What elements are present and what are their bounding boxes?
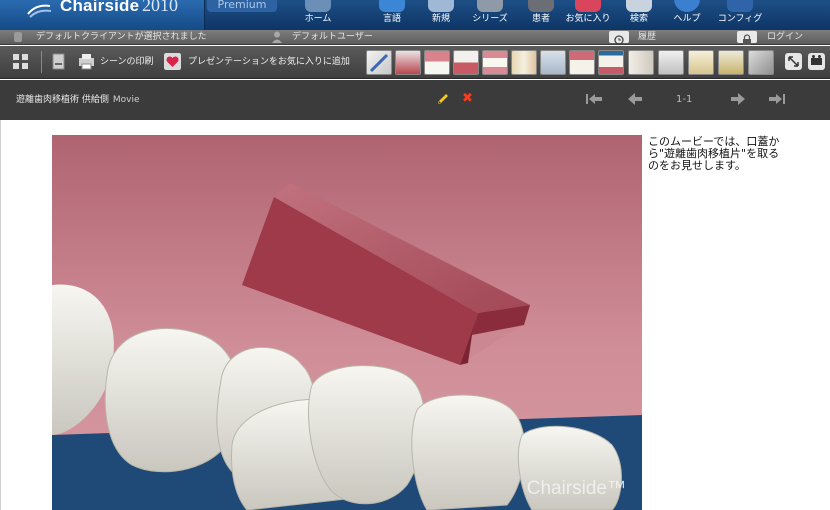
lock-icon[interactable] <box>737 31 757 45</box>
search-icon <box>626 0 652 12</box>
user-icon <box>272 31 282 43</box>
nav-new[interactable]: 新規 <box>416 0 466 30</box>
clear-icon[interactable]: ✖ <box>462 91 473 107</box>
thumbnail-10[interactable] <box>628 50 654 75</box>
scene-title: 遊離歯肉移植術 供給側 <box>16 95 109 105</box>
logo[interactable]: Chairside 2010 <box>0 0 205 30</box>
logo-year: 2010 <box>142 0 178 15</box>
config-icon <box>727 0 753 12</box>
patient-icon <box>528 0 554 12</box>
language-icon <box>379 0 405 12</box>
edition-badge: Premium <box>207 0 277 12</box>
current-user[interactable]: デフォルトユーザー <box>292 31 373 43</box>
scene-title-group: 遊離歯肉移植術 供給側 Movie <box>16 93 140 107</box>
thumbnail-3[interactable] <box>424 50 450 75</box>
series-icon <box>477 0 503 12</box>
scene-bar: 遊離歯肉移植術 供給側 Movie ✖ 1-1 <box>0 80 830 120</box>
nav-favorites[interactable]: お気に入り <box>563 0 613 30</box>
thumbnail-8[interactable] <box>569 50 595 75</box>
nav-home[interactable]: ホーム <box>293 0 343 30</box>
add-to-favorites-button[interactable]: プレゼンテーションをお気に入りに追加 <box>188 56 350 68</box>
nav-series-label: シリーズ <box>472 14 508 24</box>
nav-patient-label: 患者 <box>531 14 550 24</box>
nav-favorites-label: お気に入り <box>565 14 611 24</box>
page-indicator: 1-1 <box>676 94 693 105</box>
top-header: Chairside 2010 Premium ホーム 言語 新規 シリーズ 患者… <box>0 0 830 30</box>
nav-config-label: コンフィグ <box>717 14 763 24</box>
nav-language[interactable]: 言語 <box>367 0 417 30</box>
new-icon <box>428 0 454 12</box>
thumbnail-4[interactable] <box>453 50 479 75</box>
prev-page-icon[interactable] <box>626 92 644 106</box>
media-type: Movie <box>112 95 140 105</box>
movie-caption: このムービーでは、口蓋から"遊離歯肉移植片"を取るのをお見せします。 <box>648 135 780 172</box>
heart-icon[interactable] <box>164 53 181 70</box>
graft-animation-frame <box>52 135 642 510</box>
thumbnail-11[interactable] <box>658 50 684 75</box>
thumbnail-2[interactable] <box>395 50 421 75</box>
collapse-icon[interactable] <box>12 53 29 70</box>
nav-help[interactable]: ヘルプ <box>662 0 712 30</box>
status-bar: デフォルトクライアントが選択されました デフォルトユーザー 履歴 ログイン <box>0 30 830 45</box>
print-icon[interactable] <box>78 53 95 70</box>
thumbnail-5[interactable] <box>482 50 508 75</box>
nav-search-label: 検索 <box>629 14 648 24</box>
page-icon[interactable] <box>50 53 67 70</box>
home-icon <box>305 0 331 12</box>
last-page-icon[interactable] <box>768 92 786 106</box>
thumbnail-7[interactable] <box>540 50 566 75</box>
expand-icon[interactable] <box>784 52 803 71</box>
nav-new-label: 新規 <box>431 14 450 24</box>
pencil-icon[interactable] <box>436 92 450 106</box>
content-area: Chairside™ このムービーでは、口蓋から"遊離歯肉移植片"を取るのをお見… <box>0 120 830 510</box>
nav-config[interactable]: コンフィグ <box>715 0 765 30</box>
thumbnail-13[interactable] <box>718 50 744 75</box>
client-pin-icon <box>14 32 22 42</box>
nav-series[interactable]: シリーズ <box>465 0 515 30</box>
toolbar-divider <box>41 51 42 73</box>
first-page-icon[interactable] <box>585 92 603 106</box>
chairside-watermark: Chairside™ <box>526 478 626 499</box>
app-window: Chairside 2010 Premium ホーム 言語 新規 シリーズ 患者… <box>0 0 830 510</box>
favorites-icon <box>575 0 601 12</box>
login-link[interactable]: ログイン <box>767 31 803 43</box>
history-icon[interactable] <box>609 31 629 45</box>
logo-text: Chairside <box>60 0 140 15</box>
next-page-icon[interactable] <box>729 92 747 106</box>
history-link[interactable]: 履歴 <box>638 31 656 43</box>
chairside-logo-icon <box>27 4 52 18</box>
presentation-icon[interactable] <box>807 52 826 71</box>
print-scene-button[interactable]: シーンの印刷 <box>100 56 154 68</box>
nav-help-label: ヘルプ <box>673 14 701 24</box>
thumbnail-14[interactable] <box>748 50 774 75</box>
nav-search[interactable]: 検索 <box>614 0 664 30</box>
thumbnail-6[interactable] <box>511 50 537 75</box>
thumbnail-9[interactable] <box>598 50 624 75</box>
client-status[interactable]: デフォルトクライアントが選択されました <box>36 31 207 43</box>
movie-player[interactable]: Chairside™ <box>52 135 642 510</box>
thumbnail-12[interactable] <box>688 50 714 75</box>
toolbar: シーンの印刷 プレゼンテーションをお気に入りに追加 <box>0 46 830 79</box>
nav-language-label: 言語 <box>382 14 401 24</box>
thumbnail-1[interactable] <box>366 50 392 75</box>
nav-patient[interactable]: 患者 <box>516 0 566 30</box>
nav-home-label: ホーム <box>304 14 332 24</box>
help-icon <box>674 0 700 12</box>
